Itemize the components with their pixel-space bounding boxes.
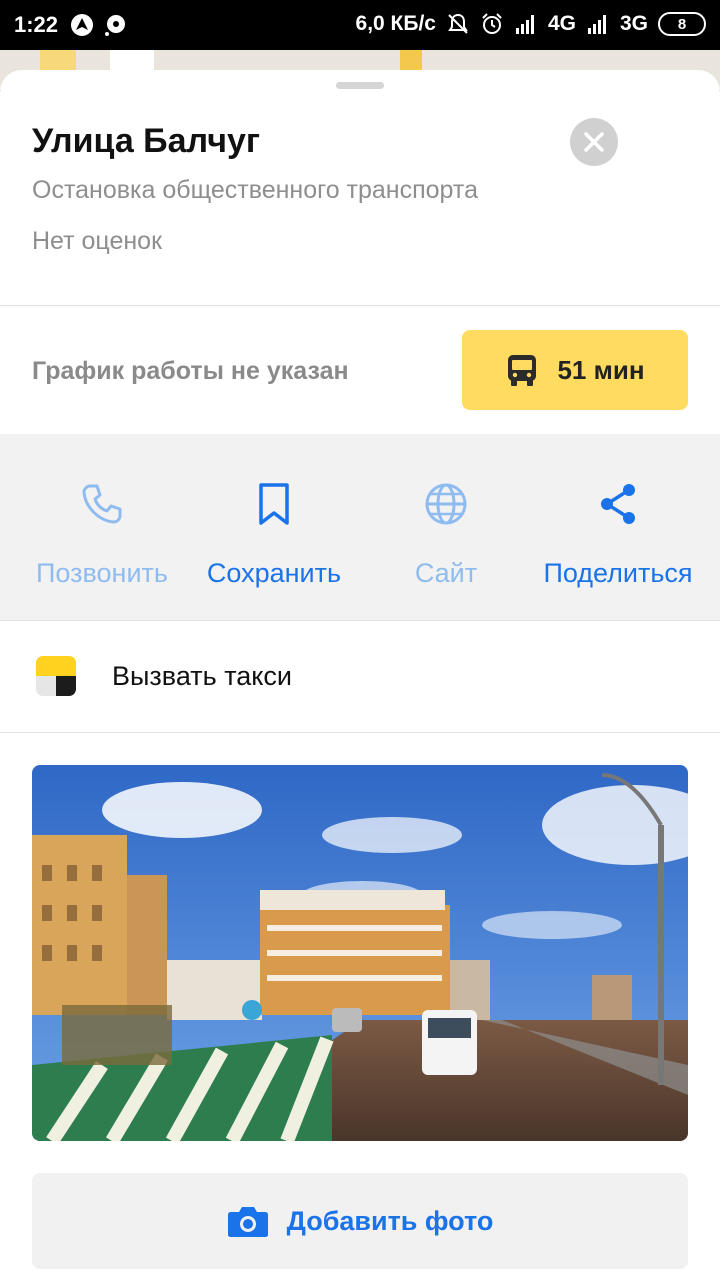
camera-icon [227,1207,268,1237]
network-type-2: 3G [619,12,648,35]
save-button[interactable]: Сохранить [184,434,364,620]
street-photo-image [32,765,688,1141]
action-bar: Позвонить Сохранить Сайт Поделиться [0,434,720,620]
website-label: Сайт [414,558,478,588]
route-transport-button[interactable]: 51 мин [462,330,688,410]
divider [0,305,720,306]
add-photo-label: Добавить фото [286,1205,494,1236]
call-taxi-label: Вызвать такси [112,661,292,691]
route-time: 51 мин [557,354,645,385]
close-icon [584,132,604,152]
navigation-app-icon [71,14,93,36]
battery-icon: 8 [658,12,706,36]
signal-icon-2 [587,15,606,34]
place-category: Остановка общественного транспорта [32,176,478,204]
save-label: Сохранить [206,558,342,588]
globe-icon [425,483,467,525]
bookmark-icon [259,483,289,525]
call-taxi-row[interactable]: Вызвать такси [0,621,720,732]
share-label: Поделиться [543,558,693,588]
call-label: Позвонить [36,558,168,588]
call-button[interactable]: Позвонить [12,434,192,620]
status-left-icons [70,13,128,37]
music-app-icon [105,15,125,36]
network-type-1: 4G [547,12,576,35]
status-time: 1:22 [14,12,59,37]
place-photo[interactable] [32,765,688,1141]
place-rating: Нет оценок [32,227,163,255]
drag-handle[interactable] [336,82,384,89]
place-title: Улица Балчуг [32,122,261,160]
status-right: 6,0 КБ/с 4G 3G 8 [356,12,706,36]
place-card: Улица Балчуг Остановка общественного тра… [0,70,720,1280]
phone-icon [82,484,122,524]
share-button[interactable]: Поделиться [528,434,708,620]
network-speed: 6,0 КБ/с [355,12,436,35]
divider [0,732,720,733]
signal-icon [515,15,534,34]
bus-icon [508,355,537,386]
share-icon [601,484,635,524]
taxi-logo-icon [36,656,76,696]
alarm-icon [482,13,502,34]
status-bar: 1:22 6,0 КБ/с 4G 3G 8 [0,0,720,50]
working-hours: График работы не указан [32,357,349,385]
close-button[interactable] [570,118,618,166]
add-photo-button[interactable]: Добавить фото [32,1173,688,1269]
website-button[interactable]: Сайт [356,434,536,620]
notifications-off-icon [448,13,468,34]
